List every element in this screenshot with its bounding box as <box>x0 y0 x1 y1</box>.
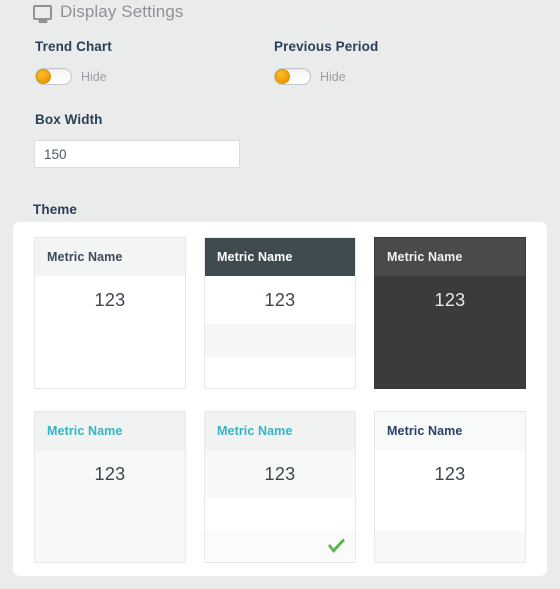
theme-option-2[interactable]: Metric Name 123 <box>204 237 356 389</box>
theme-1-value: 123 <box>94 289 126 310</box>
theme-3-band <box>375 324 525 357</box>
theme-cell: Metric Name 123 <box>374 411 526 563</box>
trend-chart-toggle-caption: Hide <box>81 69 107 84</box>
previous-period-toggle-row: Hide <box>274 68 346 85</box>
theme-2-value: 123 <box>205 276 355 324</box>
theme-panel: Metric Name 123 Metric Name 123 Metric N… <box>13 222 547 576</box>
theme-4-metric-name: Metric Name <box>35 412 185 450</box>
previous-period-toggle-caption: Hide <box>320 69 346 84</box>
theme-5-band <box>205 498 355 531</box>
toggle-knob <box>275 69 290 84</box>
trend-chart-toggle[interactable] <box>35 68 72 85</box>
theme-grid: Metric Name 123 Metric Name 123 Metric N… <box>34 237 526 563</box>
trend-chart-label: Trend Chart <box>35 39 112 54</box>
previous-period-toggle[interactable] <box>274 68 311 85</box>
theme-option-4[interactable]: Metric Name 123 <box>34 411 186 563</box>
theme-option-1[interactable]: Metric Name 123 <box>34 237 186 389</box>
theme-6-metric-name: Metric Name <box>375 412 525 450</box>
theme-4-value: 123 <box>35 450 185 498</box>
display-settings-header: Display Settings <box>33 2 184 22</box>
section-title: Display Settings <box>60 2 184 21</box>
theme-2-metric-name: Metric Name <box>205 238 355 276</box>
theme-6-band <box>375 531 525 562</box>
theme-cell: Metric Name 123 <box>374 237 526 389</box>
monitor-icon <box>33 4 52 20</box>
theme-6-value: 123 <box>375 450 525 498</box>
theme-cell: Metric Name 123 <box>204 411 356 563</box>
theme-3-value: 123 <box>434 289 466 310</box>
theme-option-3[interactable]: Metric Name 123 <box>374 237 526 389</box>
theme-1-band <box>35 357 185 388</box>
toggle-knob <box>36 69 51 84</box>
theme-1-band <box>35 324 185 357</box>
theme-cell: Metric Name 123 <box>204 237 356 389</box>
theme-option-6[interactable]: Metric Name 123 <box>374 411 526 563</box>
theme-4-band <box>35 531 185 562</box>
selected-check-icon <box>328 538 345 553</box>
theme-6-band <box>375 498 525 531</box>
theme-5-value: 123 <box>205 450 355 498</box>
theme-2-band <box>205 324 355 357</box>
box-width-label: Box Width <box>35 112 103 127</box>
theme-cell: Metric Name 123 <box>34 411 186 563</box>
theme-option-5[interactable]: Metric Name 123 <box>204 411 356 563</box>
box-width-input[interactable] <box>34 140 240 168</box>
theme-3-band <box>375 357 525 388</box>
trend-chart-toggle-row: Hide <box>35 68 107 85</box>
theme-4-band <box>35 498 185 531</box>
theme-3-metric-name: Metric Name <box>375 238 525 276</box>
previous-period-label: Previous Period <box>274 39 379 54</box>
theme-5-metric-name: Metric Name <box>205 412 355 450</box>
theme-cell: Metric Name 123 <box>34 237 186 389</box>
theme-2-band <box>205 357 355 388</box>
theme-label: Theme <box>33 202 78 217</box>
theme-1-metric-name: Metric Name <box>35 238 185 276</box>
